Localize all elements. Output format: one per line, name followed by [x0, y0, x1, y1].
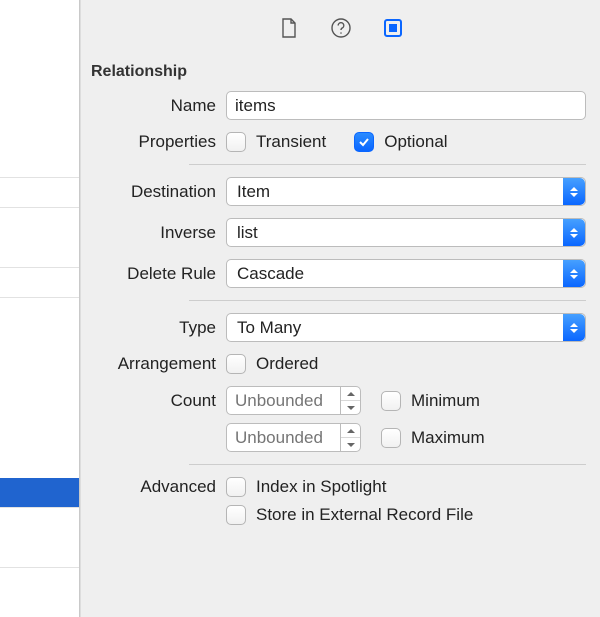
window-root: Relationship Name Properties Transient [0, 0, 600, 617]
left-sidebar [0, 0, 80, 617]
chevron-updown-icon [563, 219, 585, 246]
destination-label: Destination [91, 182, 226, 202]
properties-label: Properties [91, 132, 226, 152]
sidebar-row[interactable] [0, 178, 79, 208]
count-label: Count [91, 391, 226, 411]
transient-label: Transient [256, 132, 326, 152]
destination-select[interactable]: Item [226, 177, 586, 206]
destination-value: Item [237, 182, 270, 202]
sidebar-row[interactable] [0, 538, 79, 568]
external-record-label: Store in External Record File [256, 505, 473, 525]
external-record-checkbox[interactable] [226, 505, 246, 525]
count-min-input[interactable] [226, 386, 341, 415]
maximum-label: Maximum [411, 428, 485, 448]
type-value: To Many [237, 318, 301, 338]
inspector-tab-bar [81, 0, 600, 55]
count-min-stepper[interactable] [341, 386, 361, 415]
section-header: Relationship [81, 55, 600, 91]
spotlight-checkbox[interactable] [226, 477, 246, 497]
ordered-label: Ordered [256, 354, 318, 374]
name-label: Name [91, 96, 226, 116]
ordered-checkbox[interactable] [226, 354, 246, 374]
data-model-icon[interactable] [381, 16, 405, 40]
type-select[interactable]: To Many [226, 313, 586, 342]
delete-rule-select[interactable]: Cascade [226, 259, 586, 288]
delete-rule-label: Delete Rule [91, 264, 226, 284]
maximum-checkbox[interactable] [381, 428, 401, 448]
transient-checkbox[interactable] [226, 132, 246, 152]
minimum-label: Minimum [411, 391, 480, 411]
chevron-updown-icon [563, 178, 585, 205]
count-max-input[interactable] [226, 423, 341, 452]
name-input[interactable] [226, 91, 586, 120]
inverse-label: Inverse [91, 223, 226, 243]
optional-checkbox[interactable] [354, 132, 374, 152]
help-icon[interactable] [329, 16, 353, 40]
divider [189, 464, 586, 465]
relationship-form: Name Properties Transient Optional [81, 91, 600, 537]
file-icon[interactable] [277, 16, 301, 40]
divider [189, 164, 586, 165]
count-max-stepper[interactable] [341, 423, 361, 452]
spotlight-label: Index in Spotlight [256, 477, 386, 497]
sidebar-row-selected[interactable] [0, 478, 79, 508]
inverse-select[interactable]: list [226, 218, 586, 247]
sidebar-row[interactable] [0, 148, 79, 178]
divider [189, 300, 586, 301]
advanced-label: Advanced [91, 477, 226, 497]
chevron-updown-icon [563, 260, 585, 287]
minimum-checkbox[interactable] [381, 391, 401, 411]
inspector-panel: Relationship Name Properties Transient [80, 0, 600, 617]
optional-label: Optional [384, 132, 447, 152]
arrangement-label: Arrangement [91, 354, 226, 374]
sidebar-row[interactable] [0, 238, 79, 268]
stepper-down-icon[interactable] [341, 401, 360, 414]
sidebar-row[interactable] [0, 268, 79, 298]
type-label: Type [91, 318, 226, 338]
inverse-value: list [237, 223, 258, 243]
stepper-up-icon[interactable] [341, 424, 360, 438]
stepper-down-icon[interactable] [341, 438, 360, 451]
delete-rule-value: Cascade [237, 264, 304, 284]
chevron-updown-icon [563, 314, 585, 341]
stepper-up-icon[interactable] [341, 387, 360, 401]
